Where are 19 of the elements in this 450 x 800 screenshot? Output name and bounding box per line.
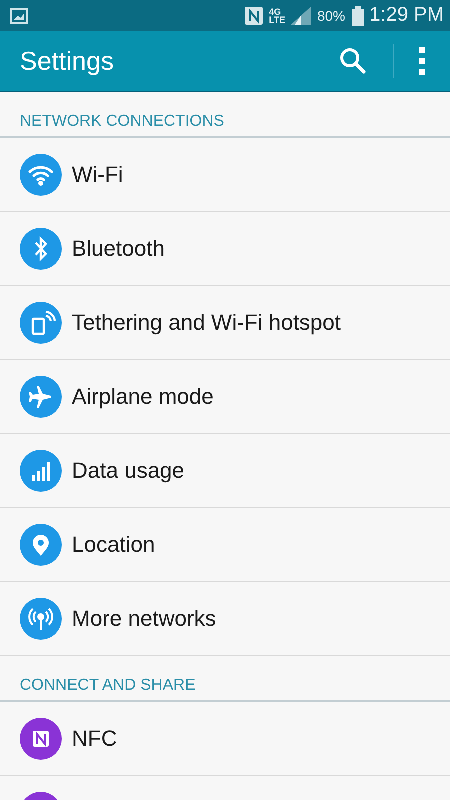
network-type-label: 4G LTE xyxy=(269,8,286,24)
battery-percent: 80% xyxy=(317,8,346,24)
battery-icon xyxy=(352,6,364,26)
section-header: CONNECT AND SHARE xyxy=(20,677,196,695)
settings-item[interactable]: More networks xyxy=(0,582,450,656)
settings-item[interactable]: Bluetooth xyxy=(0,212,450,286)
settings-item[interactable]: NFC xyxy=(0,702,450,776)
section-header: NETWORK CONNECTIONS xyxy=(20,113,224,131)
nfc-icon xyxy=(245,6,264,24)
settings-item[interactable]: Tethering and Wi-Fi hotspot xyxy=(0,286,450,360)
settings-item[interactable]: Wi-Fi xyxy=(0,138,450,212)
more-options-icon[interactable] xyxy=(418,46,426,76)
clock: 1:29 PM xyxy=(370,4,444,27)
settings-item[interactable]: Data usage xyxy=(0,434,450,508)
image-icon xyxy=(10,8,28,24)
signal-icon xyxy=(291,6,312,24)
settings-item[interactable]: Location xyxy=(0,508,450,582)
screen-title: Settings xyxy=(20,46,115,76)
settings-item[interactable]: Airplane mode xyxy=(0,360,450,434)
